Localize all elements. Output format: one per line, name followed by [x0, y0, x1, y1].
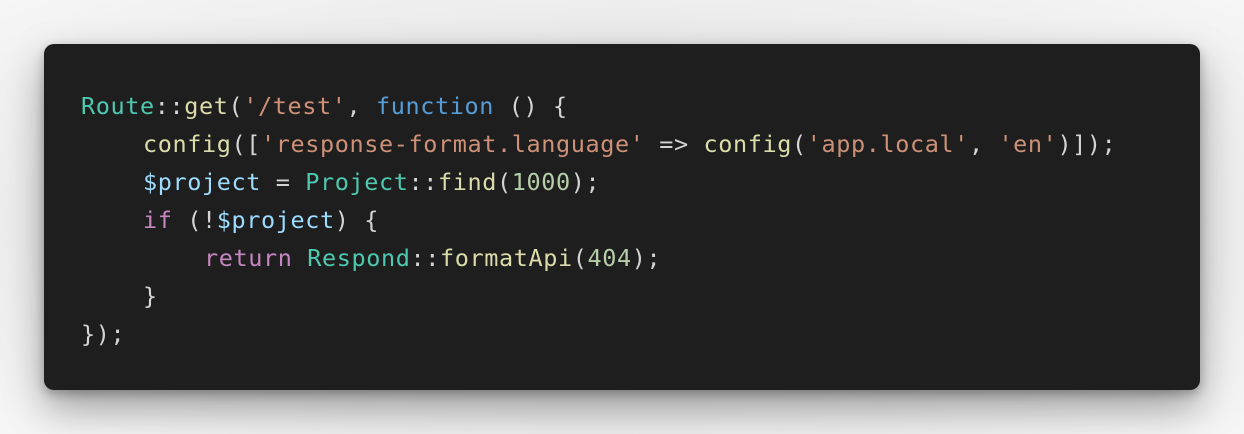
code-token-string: '/test' — [243, 92, 347, 120]
code-token-type: Respond — [307, 244, 411, 272]
code-token-control: return — [204, 244, 293, 272]
code-token-default: ); — [631, 244, 662, 272]
code-token-control: if — [143, 206, 173, 234]
code-block: Route::get('/test', function () {config(… — [81, 87, 1200, 353]
code-line-6: } — [81, 277, 1200, 315]
code-token-function: get — [184, 92, 229, 120]
code-token-default: , — [968, 130, 999, 158]
code-token-function: config — [143, 130, 232, 158]
code-token-keyword: function — [376, 92, 494, 120]
code-token-function: config — [703, 130, 792, 158]
code-snippet-window: Route::get('/test', function () {config(… — [44, 44, 1200, 390]
code-token-default: ( — [497, 168, 512, 196]
code-token-default: } — [143, 282, 158, 310]
code-line-3: $project = Project::find(1000); — [81, 163, 1200, 201]
code-token-default: )]); — [1057, 130, 1117, 158]
code-token-default: :: — [408, 168, 438, 196]
code-token-default: = — [261, 168, 306, 196]
code-token-variable: $project — [216, 206, 335, 234]
code-token-string: 'app.local' — [806, 130, 969, 158]
code-line-1: Route::get('/test', function () { — [81, 87, 1200, 125]
code-token-default: ); — [570, 168, 601, 196]
code-line-5: return Respond::formatApi(404); — [81, 239, 1200, 277]
code-token-function: formatApi — [440, 244, 573, 272]
code-token-number: 1000 — [511, 168, 571, 196]
code-token-default: () { — [494, 92, 568, 120]
code-token-default: ( — [791, 130, 807, 158]
code-token-default: , — [346, 92, 376, 120]
code-line-7: }); — [81, 315, 1200, 353]
code-line-4: if (!$project) { — [81, 201, 1200, 239]
code-token-default: :: — [154, 92, 185, 120]
code-token-default: ) { — [334, 206, 379, 234]
code-token-default: ([ — [231, 130, 261, 158]
code-token-string: 'response-format.language' — [261, 130, 645, 158]
code-token-default — [293, 244, 308, 272]
code-token-default: => — [644, 130, 704, 158]
code-token-type: Project — [305, 168, 409, 196]
code-token-default: ( — [228, 92, 244, 120]
code-line-2: config(['response-format.language' => co… — [81, 125, 1200, 163]
code-token-type: Route — [81, 92, 155, 120]
code-token-variable: $project — [143, 168, 261, 196]
code-token-string: 'en' — [998, 130, 1058, 158]
code-token-default: :: — [410, 244, 440, 272]
code-token-function: find — [438, 168, 497, 196]
code-token-number: 404 — [587, 244, 632, 272]
code-token-default: }); — [81, 320, 126, 348]
code-token-default: (! — [172, 206, 217, 234]
code-token-default: ( — [572, 244, 588, 272]
